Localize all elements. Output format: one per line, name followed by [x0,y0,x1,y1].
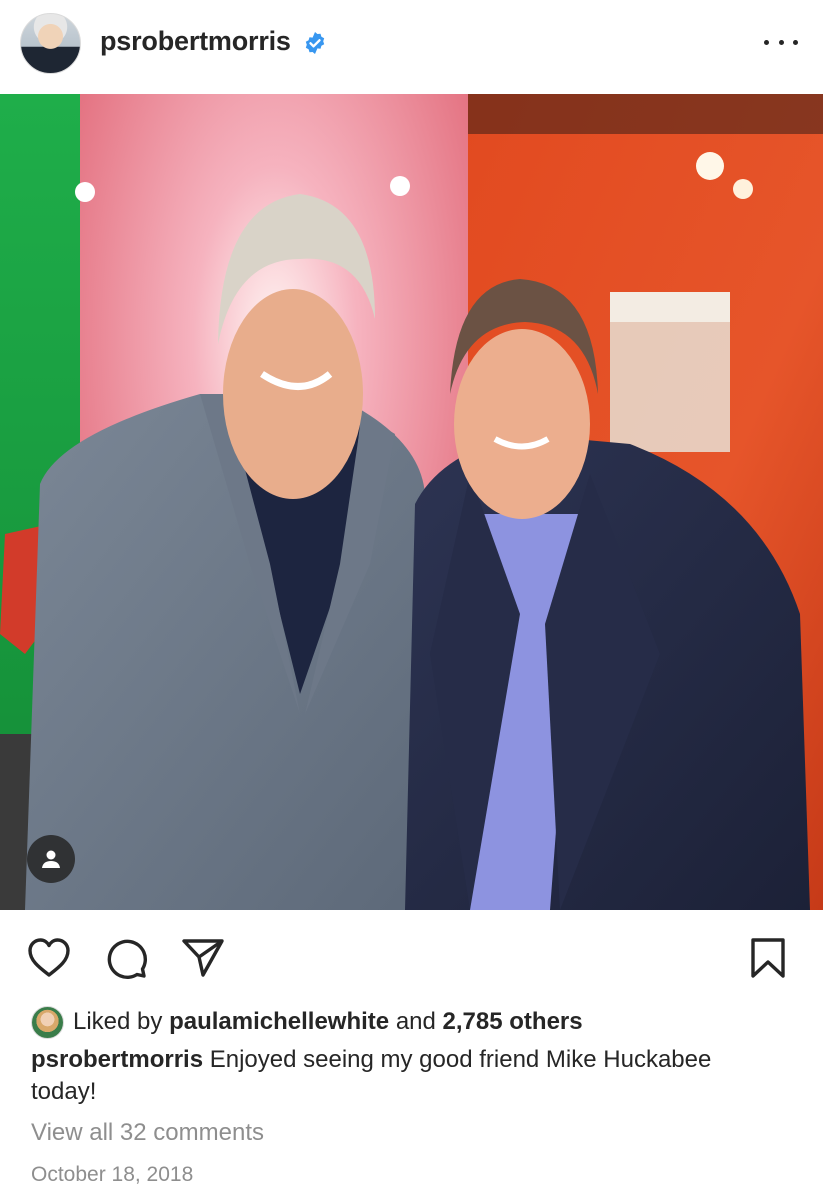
heart-icon[interactable] [26,935,72,981]
caption-username[interactable]: psrobertmorris [31,1046,203,1073]
post-photo[interactable] [0,94,823,910]
profile-avatar[interactable] [20,13,81,74]
share-icon[interactable] [180,935,226,981]
post-caption: psrobertmorris Enjoyed seeing my good fr… [31,1044,731,1108]
view-comments-link[interactable]: View all 32 comments [31,1119,264,1147]
action-bar [0,930,823,986]
liker-avatar[interactable] [31,1005,64,1039]
post-date: October 18, 2018 [31,1163,194,1186]
bookmark-icon[interactable] [745,935,791,981]
person-icon [42,850,60,868]
more-dot [793,39,798,45]
comment-icon[interactable] [103,935,149,981]
likes-summary: Liked by paulamichellewhite and 2,785 ot… [31,1004,583,1040]
likes-prefix: Liked by [73,1008,163,1035]
more-options-icon[interactable] [764,30,798,54]
liker-username[interactable]: paulamichellewhite [169,1008,389,1036]
tagged-user-icon[interactable] [27,835,75,883]
likes-others[interactable]: 2,785 others [443,1008,583,1036]
more-dot [778,39,784,45]
verified-badge-icon [305,32,325,54]
more-dot [764,39,769,45]
likes-conjunction: and [395,1008,436,1035]
post-header: psrobertmorris [0,0,823,94]
post-username[interactable]: psrobertmorris [100,26,291,57]
